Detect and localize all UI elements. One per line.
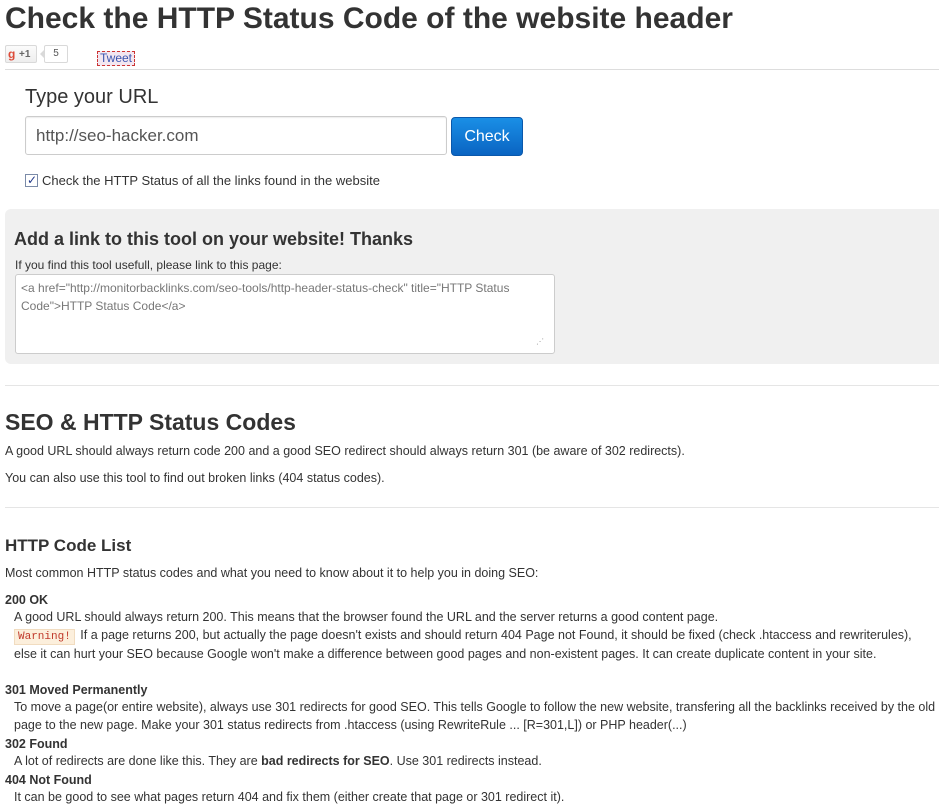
seo-paragraph-1: A good URL should always return code 200… [5, 444, 685, 458]
link-code-textarea[interactable]: <a href="http://monitorbacklinks.com/seo… [15, 274, 555, 354]
url-label: Type your URL [25, 86, 159, 108]
link-to-tool-title: Add a link to this tool on your website!… [14, 229, 414, 249]
social-share-bar: g +1 5 Tweet [5, 45, 205, 66]
code-200-heading: 200 OK [5, 593, 49, 607]
section-divider [5, 507, 939, 508]
code-list-intro: Most common HTTP status codes and what y… [5, 566, 539, 580]
warning-badge: Warning! [14, 629, 75, 645]
code-302-bold: bad redirects for SEO [261, 754, 390, 768]
seo-section-title: SEO & HTTP Status Codes [5, 409, 296, 435]
link-to-tool-subtitle: If you find this tool usefull, please li… [15, 258, 282, 272]
code-list-title: HTTP Code List [5, 536, 132, 555]
section-divider [5, 385, 939, 386]
code-200-warning: Warning! If a page returns 200, but actu… [14, 626, 936, 663]
code-302-text-a: A lot of redirects are done like this. T… [14, 754, 262, 768]
google-plus-label: +1 [19, 49, 31, 60]
google-plus-button[interactable]: g +1 [5, 45, 37, 63]
code-302-heading: 302 Found [5, 737, 68, 751]
google-plus-icon: g [8, 47, 16, 61]
check-button[interactable]: Check [451, 117, 523, 156]
seo-paragraph-2: You can also use this tool to find out b… [5, 471, 385, 485]
page-title: Check the HTTP Status Code of the websit… [5, 2, 733, 35]
code-404-description: It can be good to see what pages return … [14, 790, 565, 804]
check-all-links-row[interactable]: Check the HTTP Status of all the links f… [25, 172, 380, 189]
check-all-links-label: Check the HTTP Status of all the links f… [42, 173, 380, 188]
resize-grip-icon[interactable]: ⋰ [536, 338, 548, 348]
code-404-heading: 404 Not Found [5, 773, 92, 787]
code-200-text: A good URL should always return 200. Thi… [14, 610, 719, 624]
code-302-text-b: . Use 301 redirects instead. [389, 754, 542, 768]
code-302-description: A lot of redirects are done like this. T… [14, 752, 936, 770]
warning-text: If a page returns 200, but actually the … [14, 628, 912, 661]
code-200-description: A good URL should always return 200. Thi… [14, 608, 936, 663]
check-all-links-checkbox[interactable] [25, 172, 38, 188]
code-301-heading: 301 Moved Permanently [5, 683, 148, 697]
tweet-button[interactable]: Tweet [97, 51, 135, 66]
header-divider [5, 69, 939, 70]
code-301-description: To move a page(or entire website), alway… [14, 700, 936, 732]
url-input[interactable] [25, 116, 447, 155]
google-plus-count: 5 [40, 45, 68, 63]
